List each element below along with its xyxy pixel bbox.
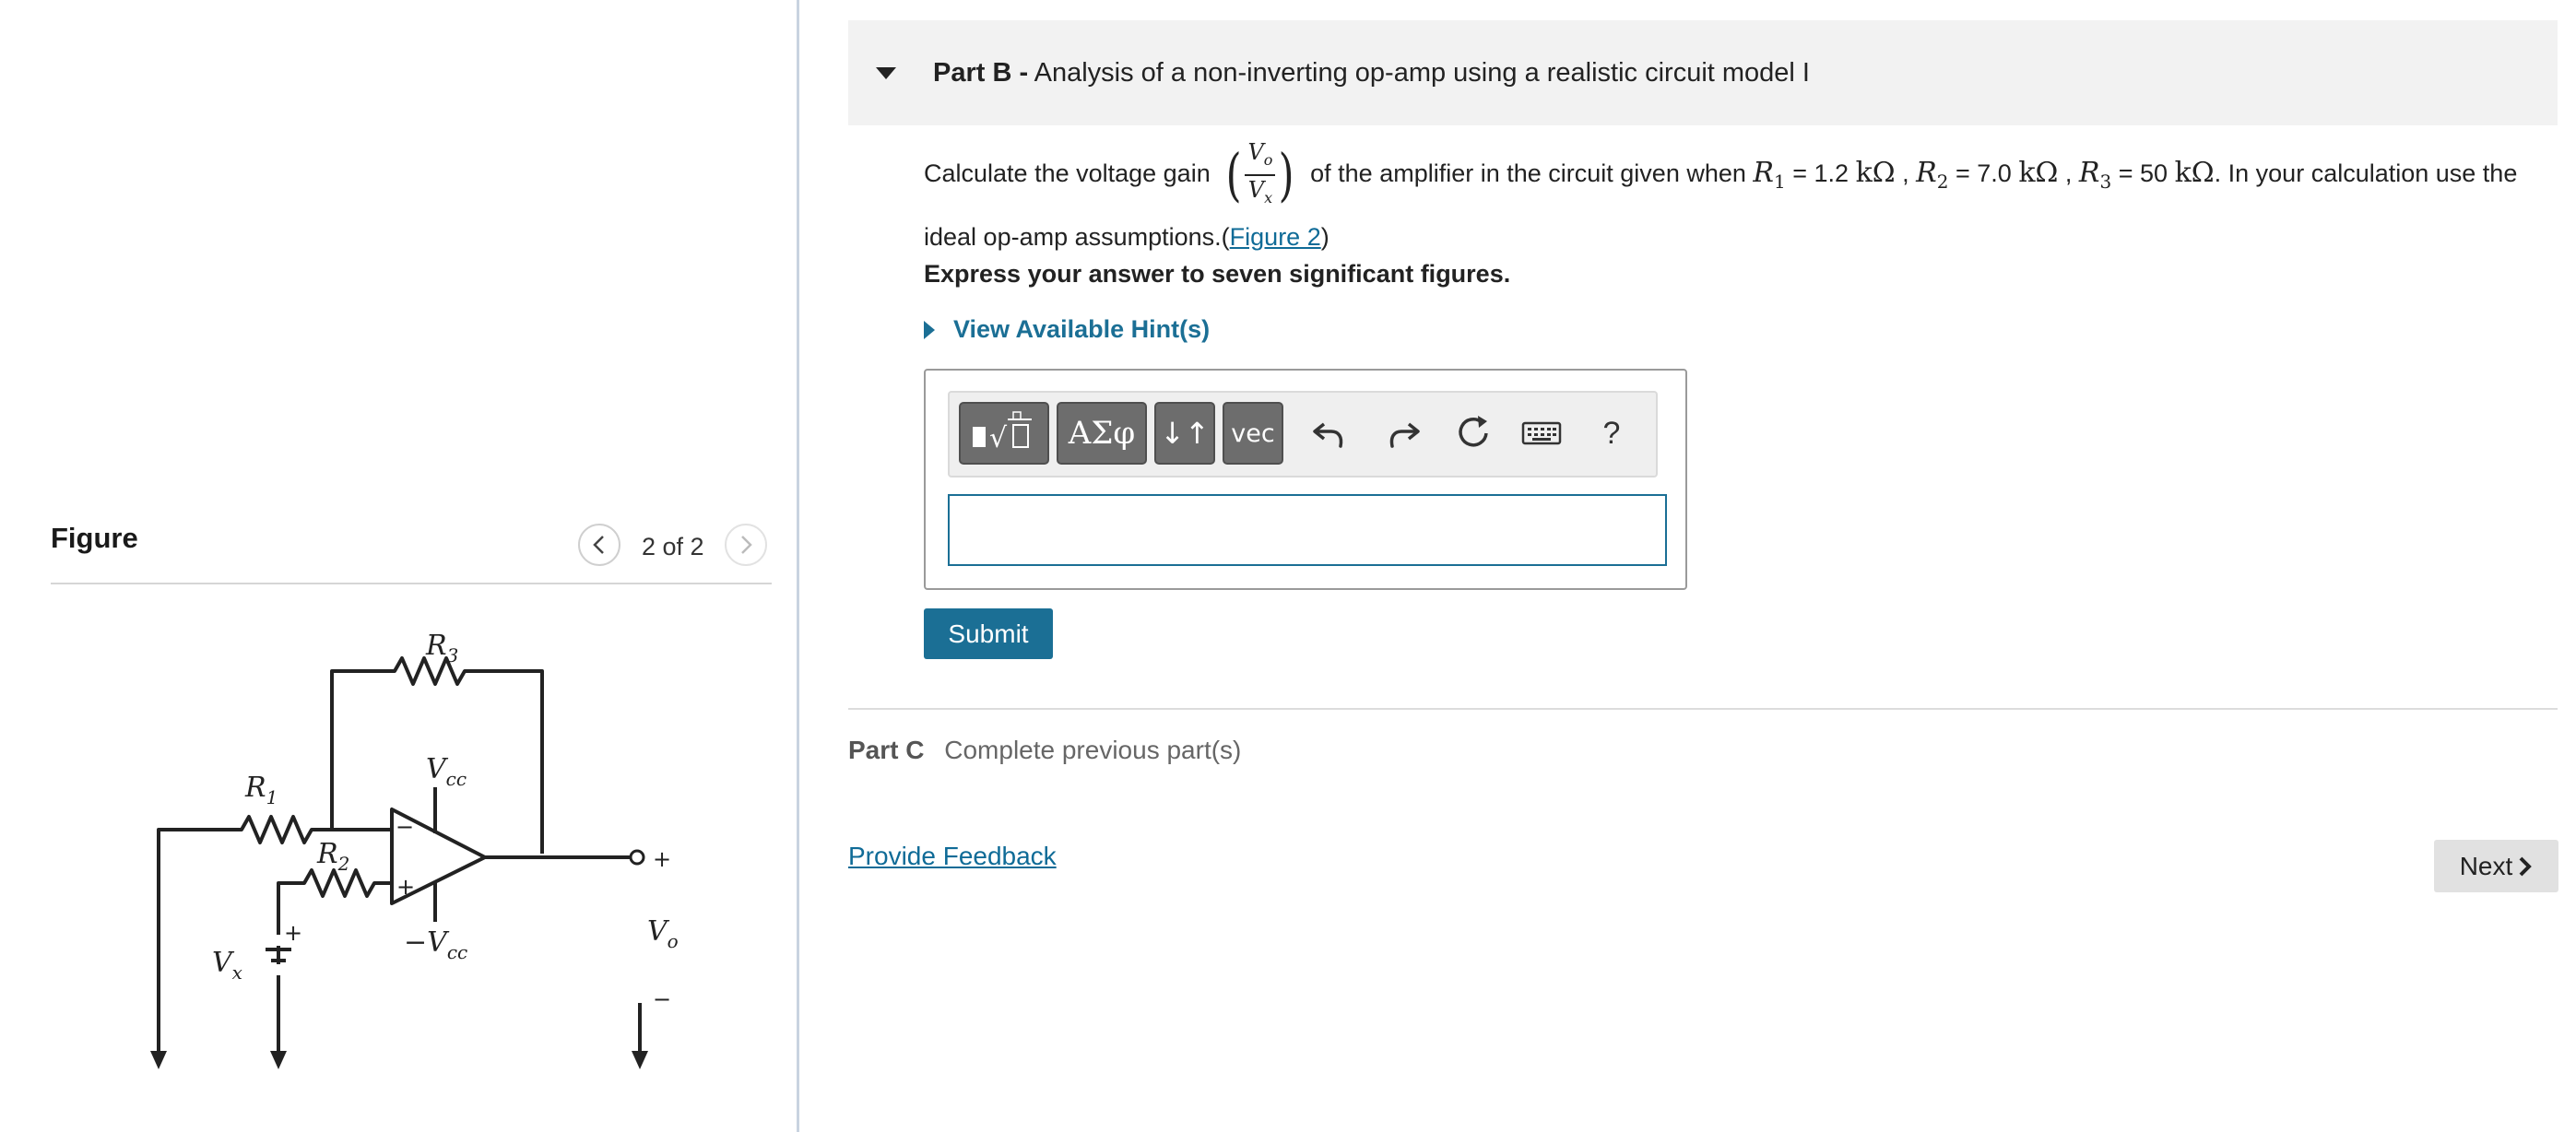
vector-label: vec: [1231, 419, 1275, 448]
section-divider: [848, 708, 2558, 710]
r1-label: R1: [244, 772, 278, 808]
part-c-label: Part C: [848, 736, 925, 764]
greek-symbols-button[interactable]: ΑΣφ: [1057, 402, 1147, 465]
next-label: Next: [2459, 851, 2513, 880]
output-terminal: [629, 849, 645, 866]
ground-arrow-output: [632, 1051, 648, 1069]
help-label: ?: [1602, 415, 1621, 451]
figure-pager-count: 2 of 2: [642, 533, 704, 560]
next-button[interactable]: Next: [2434, 840, 2558, 892]
op-amp-circuit-diagram: R3 R1 R2 Vcc −Vcc Vx Vo − + + + −: [150, 630, 679, 1069]
chevron-right-icon: [741, 536, 752, 554]
part-c-row: Part C Complete previous part(s): [848, 736, 1241, 765]
neg-vcc-label: −Vcc: [404, 926, 467, 963]
submit-button[interactable]: Submit: [924, 608, 1053, 659]
chevron-left-icon: [593, 536, 604, 554]
inverting-input-sign: −: [396, 814, 414, 840]
provide-feedback-link[interactable]: Provide Feedback: [848, 842, 1057, 871]
r2-wire: [277, 868, 392, 1058]
r2-label: R2: [316, 838, 349, 875]
r1-value: = 1.2: [1792, 159, 1849, 187]
part-b-title-text: Analysis of a non-inverting op-amp using…: [1034, 57, 1810, 88]
previous-figure-button[interactable]: [578, 524, 620, 566]
math-toolbar: √ ΑΣφ ↓↑ vec ?: [948, 391, 1658, 478]
view-hints-label: View Available Hint(s): [953, 315, 1211, 343]
chevron-right-icon: [2519, 856, 2533, 876]
r2-symbol: R2: [1916, 156, 1949, 193]
r1-unit: kΩ: [1855, 156, 1896, 189]
caret-right-icon: [924, 320, 935, 339]
battery-plus-sign: +: [284, 920, 302, 946]
reset-button[interactable]: [1448, 407, 1499, 459]
question-mid: of the amplifier in the circuit given wh…: [1310, 159, 1746, 187]
answer-box: √ ΑΣφ ↓↑ vec ?: [924, 369, 1687, 590]
help-button[interactable]: ?: [1586, 407, 1637, 459]
vector-button[interactable]: vec: [1223, 402, 1283, 465]
part-b-header[interactable]: Part B - Analysis of a non-inverting op-…: [848, 20, 2558, 125]
answer-instruction: Express your answer to seven significant…: [924, 260, 1511, 288]
ground-arrow-mid: [270, 1051, 287, 1069]
view-hints-toggle[interactable]: View Available Hint(s): [924, 315, 1210, 344]
undo-icon: [1313, 422, 1343, 448]
vx-label: Vx: [212, 947, 242, 984]
svg-text:√: √: [989, 422, 1008, 454]
question-text: Calculate the voltage gain ( Vo Vx ) of …: [924, 139, 2518, 251]
figure-title: Figure: [51, 522, 138, 554]
battery-gap-lower: [267, 964, 290, 975]
figure-divider: [51, 583, 772, 584]
figure-pane: Figure 2 of 2 R3 R1 R2 Vcc −Vcc Vx Vo − …: [0, 0, 797, 1132]
templates-icon: √: [973, 411, 1032, 454]
output-plus-sign: +: [653, 846, 671, 872]
greek-symbols-label: ΑΣφ: [1068, 415, 1136, 452]
r3-label: R3: [425, 630, 458, 666]
r3-value: = 50: [2118, 159, 2168, 187]
r1-symbol: R1: [1753, 156, 1786, 193]
noninverting-input-sign: +: [396, 874, 415, 900]
undo-button[interactable]: [1304, 407, 1355, 459]
caret-down-icon: [876, 66, 896, 79]
redo-button[interactable]: [1377, 407, 1429, 459]
r2-value: = 7.0: [1956, 159, 2012, 187]
gain-fraction: ( Vo Vx ): [1225, 139, 1294, 208]
r3-unit: kΩ: [2174, 156, 2215, 189]
r3-symbol: R3: [2078, 156, 2112, 193]
reset-icon: [1459, 416, 1488, 447]
pane-divider: [797, 0, 799, 1132]
next-figure-button[interactable]: [725, 524, 767, 566]
vcc-label: Vcc: [426, 753, 467, 790]
ground-arrow-left: [150, 1051, 167, 1069]
arrows-button[interactable]: ↓↑: [1154, 402, 1215, 465]
part-b-label: Part B -: [933, 57, 1029, 88]
keyboard-icon: [1521, 421, 1562, 445]
figure-2-link[interactable]: Figure 2: [1230, 223, 1321, 251]
answer-input[interactable]: [948, 494, 1667, 566]
part-c-status: Complete previous part(s): [944, 736, 1242, 764]
vo-label: Vo: [647, 915, 679, 952]
arrows-label: ↓↑: [1160, 416, 1210, 451]
templates-button[interactable]: √: [959, 402, 1049, 465]
redo-icon: [1389, 422, 1420, 448]
question-prefix: Calculate the voltage gain: [924, 159, 1211, 187]
r2-unit: kΩ: [2018, 156, 2059, 189]
part-b-title: Part B - Analysis of a non-inverting op-…: [933, 58, 1810, 88]
keyboard-button[interactable]: [1516, 407, 1567, 459]
output-minus-sign: −: [653, 986, 671, 1012]
